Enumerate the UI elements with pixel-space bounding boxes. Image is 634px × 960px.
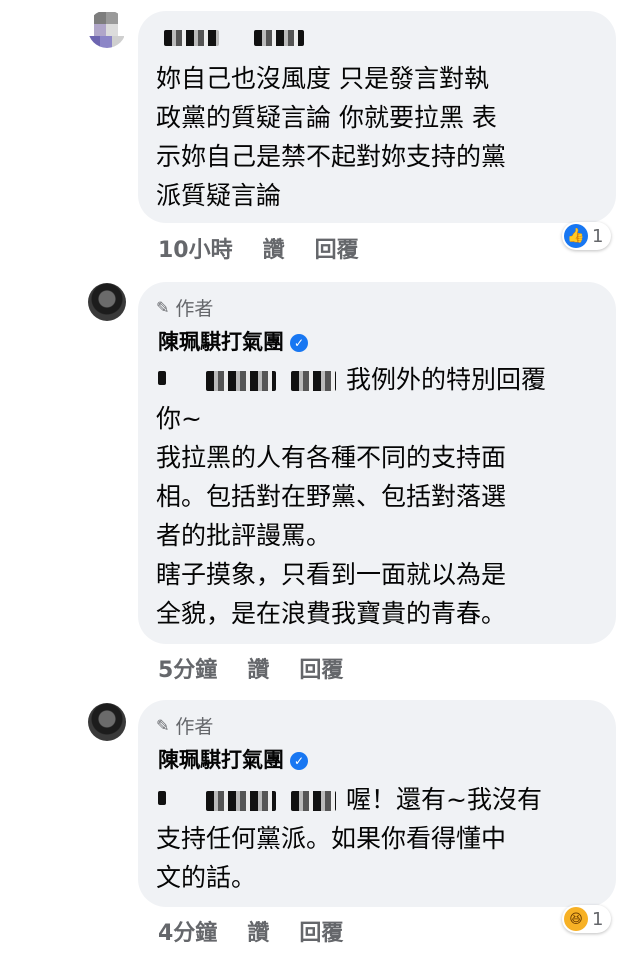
avatar[interactable] [88,703,126,741]
comment-bubble: ✎ 作者 陳珮騏打氣團 ✓ 喔！還有~我沒有 支持任何黨派。如果你看得懂中 文的話… [138,700,616,907]
comment-bubble: 妳自己也沒風度 只是發言對執 政黨的質疑言論 你就要拉黑 表 示妳自己是禁不起對… [138,11,616,223]
comment-bubble: ✎ 作者 陳珮騏打氣團 ✓ 我例外的特別回覆 你~ 我拉黑的人有各種不同的支持面 … [138,282,616,644]
like-button[interactable]: 讚 [263,232,285,264]
author-name[interactable]: 陳珮騏打氣團 ✓ [158,744,308,774]
pencil-icon: ✎ [156,716,170,735]
timestamp[interactable]: 5分鐘 [158,652,217,684]
like-button[interactable]: 讚 [247,652,269,684]
haha-icon: 😆 [564,907,588,931]
verified-icon: ✓ [290,334,308,352]
comment-meta: 5分鐘 讚 回覆 [158,652,343,684]
comment-meta: 4分鐘 讚 回覆 [158,915,343,947]
author-badge: ✎ 作者 [156,716,214,738]
reply-button[interactable]: 回覆 [299,915,343,947]
comment-text: 我例外的特別回覆 你~ 我拉黑的人有各種不同的支持面 相。包括對在野黨、包括對落… [156,363,547,628]
reaction-count[interactable]: 👍 1 [562,222,612,250]
like-icon: 👍 [564,224,588,248]
tagged-name-redacted[interactable] [156,783,346,811]
comment-text: 喔！還有~我沒有 支持任何黨派。如果你看得懂中 文的話。 [156,783,542,892]
author-name[interactable]: 陳珮騏打氣團 ✓ [158,326,308,356]
timestamp[interactable]: 10小時 [158,232,233,264]
reply-button[interactable]: 回覆 [299,652,343,684]
avatar[interactable] [88,10,126,48]
pencil-icon: ✎ [156,298,170,317]
avatar[interactable] [88,283,126,321]
author-badge: ✎ 作者 [156,298,214,320]
comment-meta: 10小時 讚 回覆 [158,232,359,264]
reaction-count[interactable]: 😆 1 [562,905,612,933]
reply-button[interactable]: 回覆 [315,232,359,264]
comment-text: 妳自己也沒風度 只是發言對執 政黨的質疑言論 你就要拉黑 表 示妳自己是禁不起對… [156,64,507,210]
like-button[interactable]: 讚 [247,915,269,947]
tagged-name-redacted[interactable] [156,363,346,391]
timestamp[interactable]: 4分鐘 [158,915,217,947]
verified-icon: ✓ [290,752,308,770]
commenter-name-redacted[interactable] [164,29,305,48]
